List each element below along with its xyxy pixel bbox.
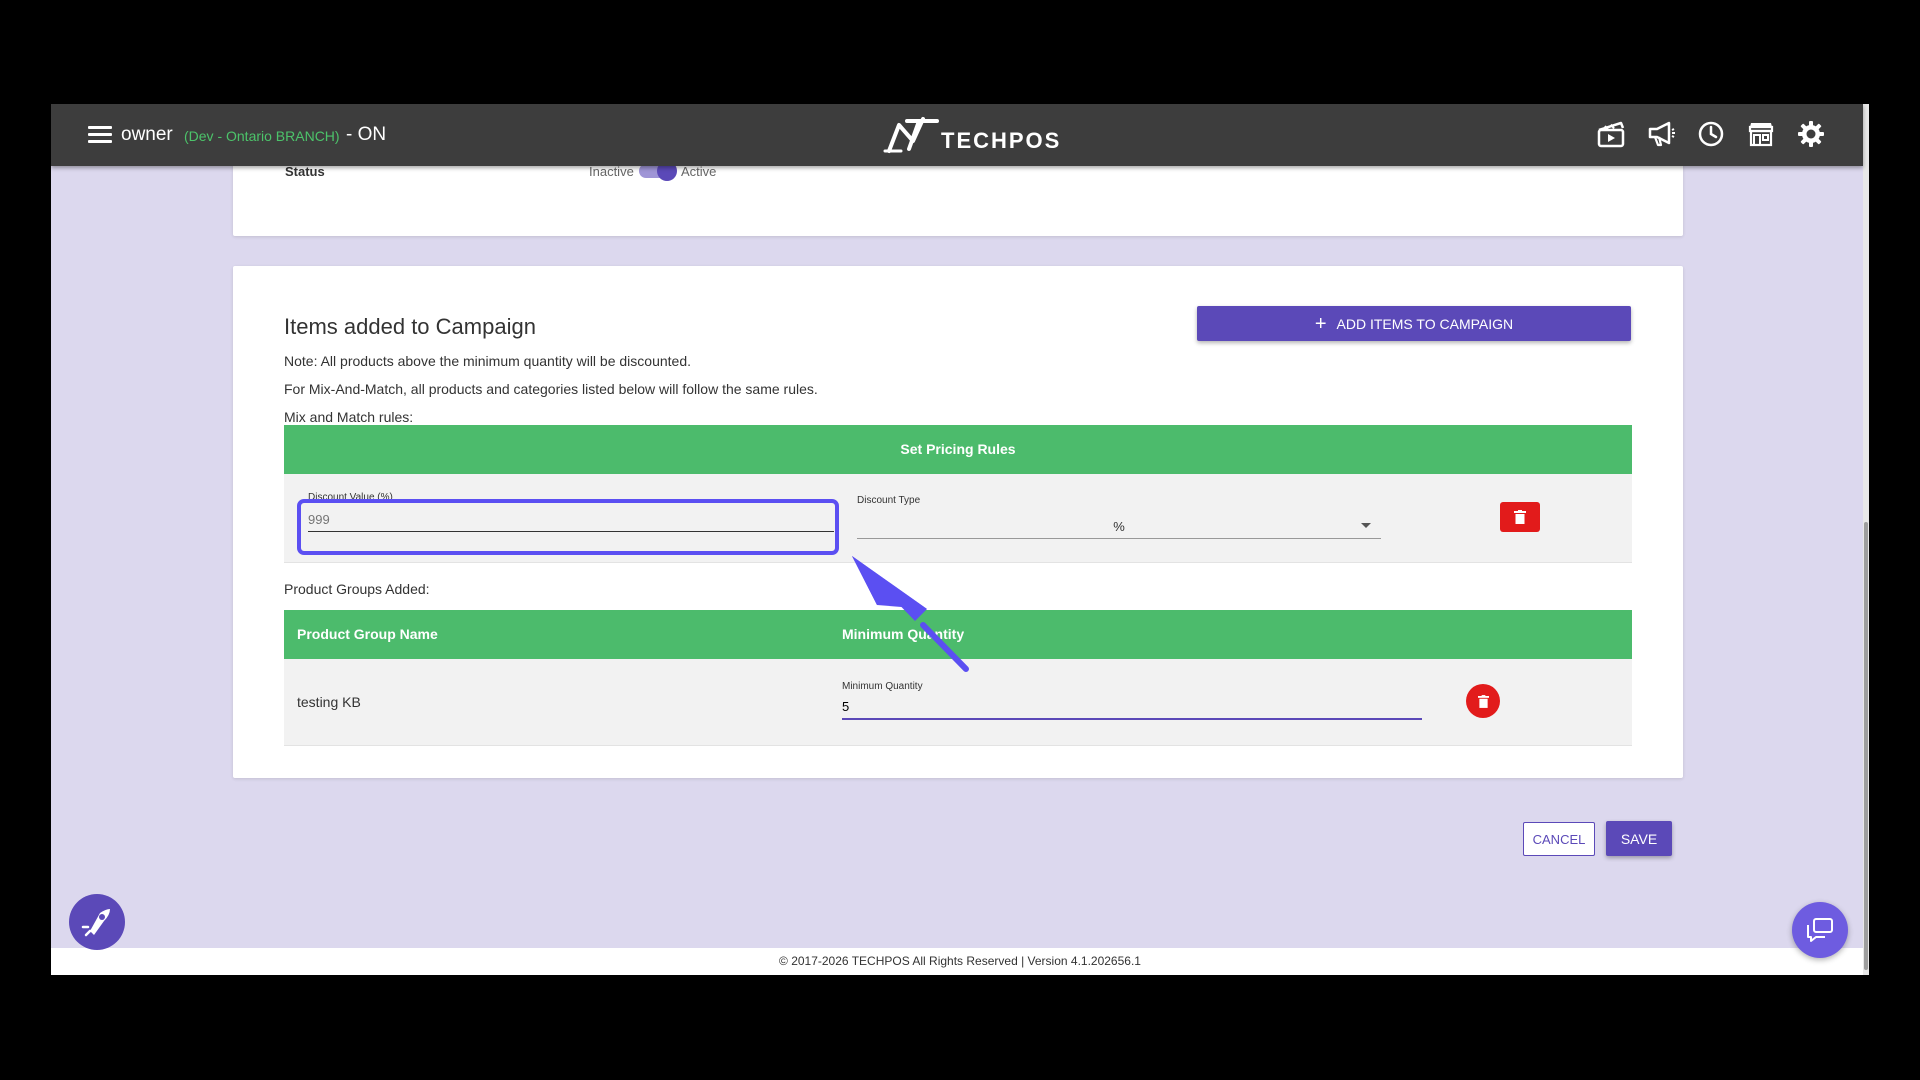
discount-type-label: Discount Type bbox=[857, 495, 921, 506]
clock-icon[interactable] bbox=[1695, 118, 1727, 150]
section-title: Items added to Campaign bbox=[284, 314, 536, 339]
logo-text: TECHPOS bbox=[941, 128, 1062, 153]
footer: © 2017-2026 TECHPOS All Rights Reserved … bbox=[51, 948, 1869, 975]
save-button[interactable]: SAVE bbox=[1606, 821, 1672, 856]
rocket-launcher-button[interactable] bbox=[69, 894, 125, 950]
product-groups-header: Product Group Name Minimum Quantity bbox=[284, 610, 1632, 659]
chat-icon bbox=[1807, 918, 1833, 942]
delete-rule-button[interactable] bbox=[1500, 502, 1540, 532]
chat-button[interactable] bbox=[1792, 902, 1848, 958]
plus-icon: + bbox=[1314, 312, 1327, 335]
trash-icon bbox=[1514, 510, 1526, 524]
branch-name: (Dev - Ontario BRANCH) bbox=[184, 128, 340, 144]
pricing-rules-header: Set Pricing Rules bbox=[284, 425, 1632, 474]
store-icon[interactable] bbox=[1745, 118, 1777, 150]
campaign-items-card: Items added to Campaign + ADD ITEMS TO C… bbox=[233, 266, 1683, 778]
status-label: Status bbox=[285, 164, 325, 179]
col-group-name: Product Group Name bbox=[297, 626, 438, 642]
cancel-button[interactable]: CANCEL bbox=[1523, 822, 1595, 856]
discount-type-field: Discount Type bbox=[857, 495, 1381, 506]
add-items-button[interactable]: + ADD ITEMS TO CAMPAIGN bbox=[1197, 306, 1631, 341]
user-name: owner bbox=[121, 124, 173, 145]
add-items-label: ADD ITEMS TO CAMPAIGN bbox=[1336, 315, 1514, 332]
trash-icon bbox=[1477, 694, 1489, 708]
status-toggle[interactable] bbox=[639, 161, 677, 181]
top-icons bbox=[1595, 118, 1827, 150]
group-name-cell: testing KB bbox=[297, 694, 361, 710]
product-groups-label: Product Groups Added: bbox=[284, 581, 430, 597]
clapperboard-icon[interactable] bbox=[1595, 118, 1627, 150]
inactive-label: Inactive bbox=[589, 164, 634, 179]
min-qty-field: Minimum Quantity bbox=[842, 681, 1422, 720]
discount-type-select[interactable]: % bbox=[857, 514, 1381, 539]
online-status: - ON bbox=[346, 124, 387, 145]
vertical-scrollbar[interactable] bbox=[1863, 104, 1869, 975]
logo-mark-icon bbox=[883, 117, 939, 153]
app-window: owner (Dev - Ontario BRANCH) - ON TECHPO… bbox=[51, 104, 1869, 975]
menu-icon[interactable] bbox=[88, 126, 112, 144]
note-min-qty: Note: All products above the minimum qua… bbox=[284, 353, 691, 369]
gear-icon[interactable] bbox=[1795, 118, 1827, 150]
scrollbar-thumb[interactable] bbox=[1864, 522, 1868, 970]
chevron-down-icon bbox=[1361, 523, 1371, 528]
active-label: Active bbox=[681, 164, 717, 179]
mix-match-label: Mix and Match rules: bbox=[284, 409, 414, 425]
col-min-qty: Minimum Quantity bbox=[842, 626, 965, 642]
techpos-logo: TECHPOS bbox=[883, 114, 1061, 156]
rocket-icon bbox=[81, 909, 110, 937]
min-qty-input[interactable] bbox=[842, 695, 1422, 720]
megaphone-icon[interactable] bbox=[1645, 118, 1677, 150]
input-highlight-box bbox=[297, 499, 839, 555]
pricing-rule-row: Discount Value (%) Discount Type % bbox=[284, 474, 1632, 563]
table-row: testing KB Minimum Quantity bbox=[284, 659, 1632, 746]
delete-group-button[interactable] bbox=[1466, 684, 1500, 718]
note-mix-match: For Mix-And-Match, all products and cate… bbox=[284, 381, 818, 397]
min-qty-label: Minimum Quantity bbox=[842, 681, 923, 692]
top-bar: owner (Dev - Ontario BRANCH) - ON TECHPO… bbox=[51, 104, 1863, 166]
discount-type-value: % bbox=[1113, 518, 1125, 534]
